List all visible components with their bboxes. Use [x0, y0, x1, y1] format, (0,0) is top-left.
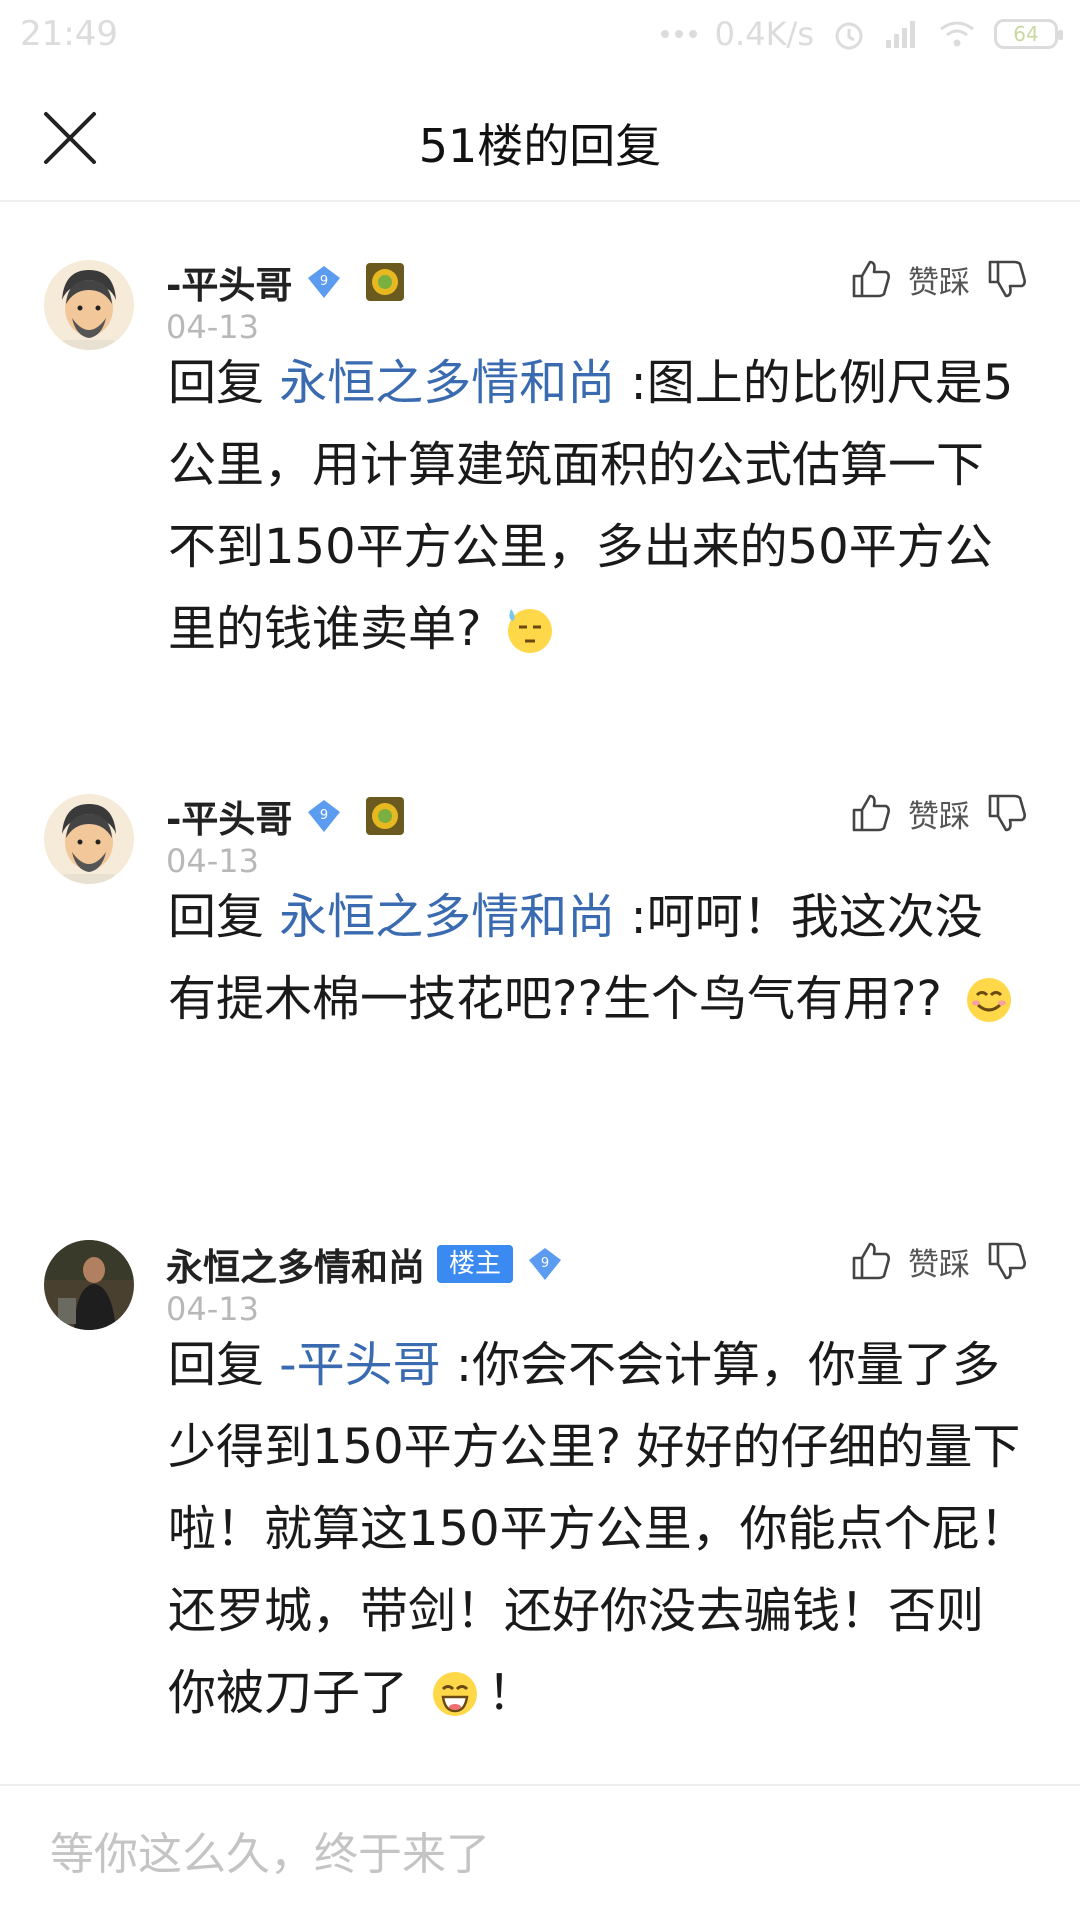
smile-emoji-icon [967, 978, 1012, 1022]
status-bar: 21:49 0.4K/s 64 [0, 0, 1080, 74]
thumbs-up-icon[interactable] [848, 1238, 894, 1284]
medal-icon [366, 797, 405, 835]
avatar[interactable] [44, 260, 134, 350]
reply-content: 回复 永恒之多情和尚 :图上的比例尺是5公里，用计算建筑面积的公式估算一下不到1… [168, 342, 1028, 670]
post-date: 04-13 [166, 1290, 259, 1328]
thumbs-up-icon[interactable] [848, 256, 894, 302]
vote-actions: 赞踩 [848, 1238, 1030, 1284]
mention-link[interactable]: -平头哥 [279, 1337, 440, 1393]
reply-prefix: 回复 [168, 355, 280, 411]
header: 51楼的回复 [0, 74, 1080, 202]
wifi-icon [940, 21, 974, 47]
reply-item: -平头哥 9 04-13 赞踩 回复 永恒之多情和尚 :呵呵！我这次没有提木棉一… [0, 784, 1080, 1184]
battery-level: 64 [1013, 22, 1039, 46]
sweat-emoji-icon [507, 609, 552, 653]
dislike-label[interactable]: 踩 [939, 791, 970, 836]
username[interactable]: -平头哥 [166, 255, 292, 309]
vote-actions: 赞踩 [848, 790, 1030, 836]
network-speed: 0.4K/s [714, 15, 814, 53]
user-line: -平头哥 9 [166, 256, 406, 308]
mention-link[interactable]: 永恒之多情和尚 [279, 355, 615, 411]
medal-icon [366, 263, 405, 301]
mention-link[interactable]: 永恒之多情和尚 [279, 889, 615, 945]
username[interactable]: -平头哥 [166, 789, 292, 843]
level-badge-icon: 9 [308, 266, 341, 298]
signal-icon [886, 21, 915, 48]
svg-text:9: 9 [320, 274, 328, 289]
page-title: 51楼的回复 [418, 119, 662, 173]
reply-input-bar [0, 1784, 1080, 1920]
like-label[interactable]: 赞 [908, 791, 939, 836]
like-label[interactable]: 赞 [908, 257, 939, 302]
grin-emoji-icon [433, 1672, 478, 1716]
thumbs-down-icon[interactable] [984, 790, 1030, 836]
more-notifications-icon [660, 14, 697, 54]
reply-prefix: 回复 [168, 889, 280, 945]
post-date: 04-13 [166, 308, 259, 346]
battery-icon: 64 [994, 19, 1063, 49]
dislike-label[interactable]: 踩 [939, 1239, 970, 1284]
status-icons: 0.4K/s 64 [660, 14, 1063, 54]
like-label[interactable]: 赞 [908, 1239, 939, 1284]
username[interactable]: 永恒之多情和尚 [166, 1237, 425, 1291]
svg-text:9: 9 [541, 1256, 549, 1271]
reply-prefix: 回复 [168, 1337, 280, 1393]
status-time: 21:49 [20, 14, 118, 54]
reply-text: :你会不会计算，你量了多少得到150平方公里? 好好的仔细的量下啦！就算这150… [168, 1337, 1028, 1721]
avatar[interactable] [44, 1240, 134, 1330]
level-badge-icon: 9 [308, 800, 341, 832]
level-badge-icon: 9 [529, 1248, 562, 1280]
avatar[interactable] [44, 794, 134, 884]
reply-content: 回复 永恒之多情和尚 :呵呵！我这次没有提木棉一技花吧??生个鸟气有用?? [168, 876, 1028, 1040]
thumbs-down-icon[interactable] [984, 256, 1030, 302]
reply-item: 永恒之多情和尚 楼主 9 04-13 赞踩 回复 -平头哥 :你会不会计算，你量… [0, 1234, 1080, 1774]
svg-text:9: 9 [320, 808, 328, 823]
vote-actions: 赞踩 [848, 256, 1030, 302]
owner-badge: 楼主 [437, 1245, 514, 1283]
reply-tail: ！ [487, 1665, 536, 1721]
user-line: 永恒之多情和尚 楼主 9 [166, 1238, 565, 1290]
reply-content: 回复 -平头哥 :你会不会计算，你量了多少得到150平方公里? 好好的仔细的量下… [168, 1324, 1028, 1734]
alarm-icon [835, 22, 863, 50]
reply-item: -平头哥 9 04-13 赞踩 回复 永恒之多情和尚 :图上的比例尺是5公里，用… [0, 250, 1080, 730]
post-date: 04-13 [166, 842, 259, 880]
thumbs-up-icon[interactable] [848, 790, 894, 836]
thumbs-down-icon[interactable] [984, 1238, 1030, 1284]
reply-input[interactable] [50, 1824, 1030, 1884]
user-line: -平头哥 9 [166, 790, 406, 842]
dislike-label[interactable]: 踩 [939, 257, 970, 302]
